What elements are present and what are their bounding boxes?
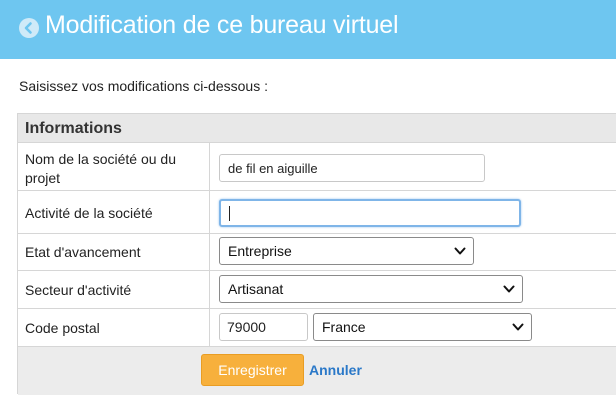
information-form: Informations Nom de la société ou du pro…: [17, 113, 616, 395]
activity-label: Activité de la société: [25, 205, 153, 221]
save-button[interactable]: Enregistrer: [201, 354, 304, 386]
postal-code-value: 79000: [227, 319, 266, 335]
activity-input[interactable]: [219, 199, 521, 227]
page-header: Modification de ce bureau virtuel: [0, 0, 616, 59]
row-activity: Activité de la société: [18, 191, 616, 234]
sector-selected-value: Artisanat: [228, 281, 284, 297]
row-postal-code: Code postal 79000 France: [18, 309, 616, 347]
country-select[interactable]: France: [313, 313, 532, 341]
form-actions: Enregistrer Annuler: [18, 347, 616, 395]
instructions-text: Saisissez vos modifications ci-dessous :: [19, 78, 268, 94]
label-cell: Nom de la société ou du projet: [18, 143, 210, 190]
section-title: Informations: [25, 120, 122, 137]
label-cell: Secteur d'activité: [18, 271, 210, 308]
postal-code-input[interactable]: 79000: [219, 313, 308, 341]
sector-select[interactable]: Artisanat: [219, 275, 523, 303]
status-selected-value: Entreprise: [228, 243, 292, 259]
chevron-left-circle-icon[interactable]: [19, 18, 39, 38]
text-caret: [229, 205, 230, 221]
company-name-label-line1: Nom de la société ou du: [25, 151, 176, 167]
company-name-label-line2: projet: [25, 170, 61, 186]
section-header: Informations: [18, 114, 616, 143]
company-name-value: de fil en aiguille: [228, 160, 318, 176]
country-selected-value: France: [322, 319, 366, 335]
row-sector: Secteur d'activité Artisanat: [18, 271, 616, 309]
label-cell: Etat d'avancement: [18, 234, 210, 270]
row-status: Etat d'avancement Entreprise: [18, 234, 616, 271]
chevron-down-icon: [512, 323, 524, 331]
sector-label: Secteur d'activité: [25, 282, 132, 298]
postal-code-label: Code postal: [25, 320, 100, 336]
row-company-name: Nom de la société ou du projet de fil en…: [18, 143, 616, 191]
chevron-down-icon: [454, 247, 466, 255]
company-name-input[interactable]: de fil en aiguille: [219, 154, 485, 182]
label-cell: Code postal: [18, 309, 210, 346]
chevron-down-icon: [503, 285, 515, 293]
cancel-link[interactable]: Annuler: [309, 362, 362, 378]
status-label: Etat d'avancement: [25, 244, 141, 260]
page-title: Modification de ce bureau virtuel: [45, 11, 399, 39]
label-cell: Activité de la société: [18, 191, 210, 233]
status-select[interactable]: Entreprise: [219, 237, 474, 265]
